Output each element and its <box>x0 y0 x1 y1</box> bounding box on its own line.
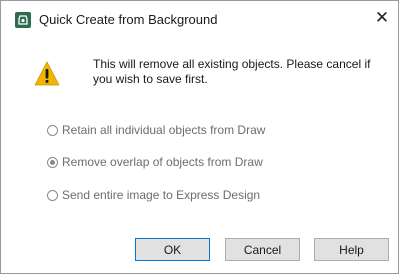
help-button[interactable]: Help <box>314 238 389 261</box>
radio-remove-overlap[interactable]: Remove overlap of objects from Draw <box>47 154 263 170</box>
radio-button[interactable] <box>47 124 58 136</box>
radio-retain-objects[interactable]: Retain all individual objects from Draw <box>47 122 265 138</box>
radio-send-to-express-design[interactable]: Send entire image to Express Design <box>47 187 260 203</box>
title-bar: Quick Create from Background ✕ <box>1 1 398 39</box>
warning-message: This will remove all existing objects. P… <box>93 57 371 86</box>
radio-label: Remove overlap of objects from Draw <box>62 155 263 169</box>
radio-button-selected[interactable] <box>47 156 58 168</box>
window-title: Quick Create from Background <box>39 12 218 27</box>
radio-label: Send entire image to Express Design <box>62 188 261 202</box>
warning-icon <box>34 61 60 87</box>
radio-button[interactable] <box>47 189 58 201</box>
app-icon <box>15 12 31 28</box>
close-icon[interactable]: ✕ <box>372 8 392 28</box>
cancel-button[interactable]: Cancel <box>225 238 300 261</box>
radio-label: Retain all individual objects from Draw <box>62 123 266 137</box>
quick-create-dialog: Quick Create from Background ✕ This will… <box>0 0 399 274</box>
ok-button[interactable]: OK <box>135 238 210 261</box>
